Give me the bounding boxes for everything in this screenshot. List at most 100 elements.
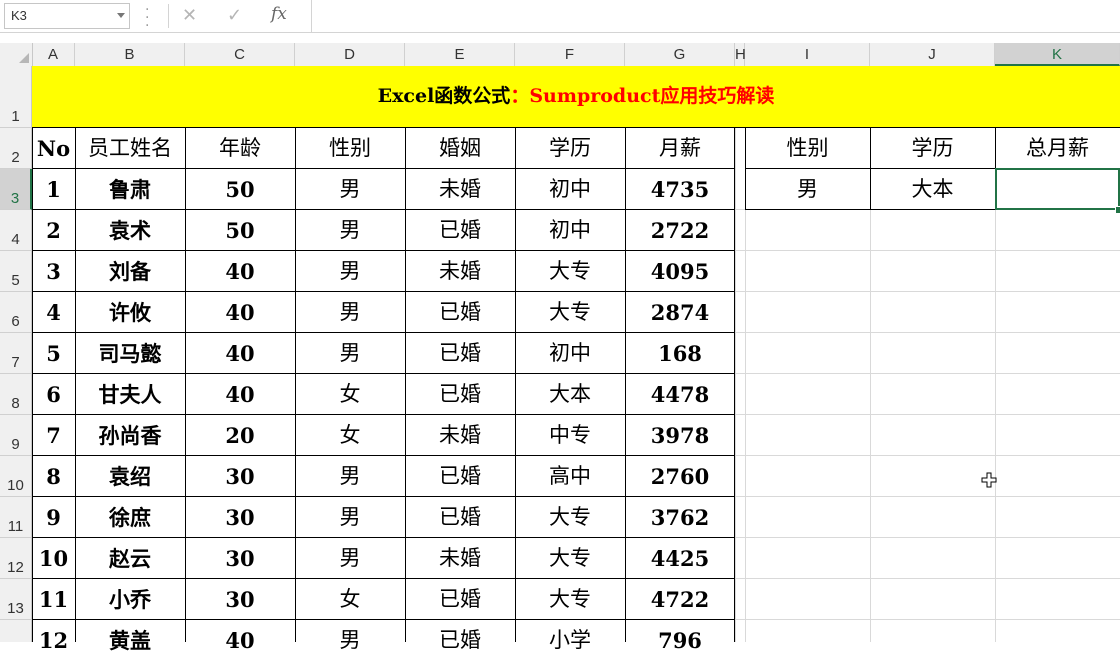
cell-salary[interactable]: 4722 (625, 579, 735, 620)
cell-no[interactable]: 1 (32, 169, 75, 210)
row-header-10[interactable]: 10 (0, 456, 32, 497)
cell-marriage[interactable]: 已婚 (405, 333, 515, 374)
cell-education[interactable]: 中专 (515, 415, 625, 456)
row-header-6[interactable]: 6 (0, 292, 32, 333)
cell-education[interactable]: 大专 (515, 251, 625, 292)
cell-name[interactable]: 赵云 (75, 538, 185, 579)
formula-input[interactable] (311, 0, 1120, 32)
cell-age[interactable]: 50 (185, 169, 295, 210)
column-header-i[interactable]: I (745, 43, 870, 66)
row-header-7[interactable]: 7 (0, 333, 32, 374)
cancel-icon[interactable]: ✕ (182, 5, 197, 26)
column-header-e[interactable]: E (405, 43, 515, 66)
cell-salary[interactable]: 3762 (625, 497, 735, 538)
cell-gender[interactable]: 男 (295, 620, 405, 661)
cell-salary[interactable]: 796 (625, 620, 735, 661)
cell-name[interactable]: 袁术 (75, 210, 185, 251)
cell-marriage[interactable]: 已婚 (405, 374, 515, 415)
column-header-c[interactable]: C (185, 43, 295, 66)
column-header-b[interactable]: B (75, 43, 185, 66)
active-cell-selection[interactable] (995, 168, 1120, 210)
cell-no[interactable]: 11 (32, 579, 75, 620)
cell-age[interactable]: 30 (185, 456, 295, 497)
table-header[interactable]: 学历 (515, 128, 625, 169)
cell-age[interactable]: 30 (185, 497, 295, 538)
column-header-k[interactable]: K (995, 43, 1120, 66)
cell-marriage[interactable]: 已婚 (405, 497, 515, 538)
cell-age[interactable]: 40 (185, 251, 295, 292)
table-header[interactable]: 婚姻 (405, 128, 515, 169)
row-header-14[interactable] (0, 620, 32, 642)
row-header-11[interactable]: 11 (0, 497, 32, 538)
cell-marriage[interactable]: 已婚 (405, 579, 515, 620)
cell-age[interactable]: 40 (185, 292, 295, 333)
cell-education[interactable]: 高中 (515, 456, 625, 497)
cell-no[interactable]: 9 (32, 497, 75, 538)
cell-gender[interactable]: 男 (295, 456, 405, 497)
cell-gender[interactable]: 男 (295, 210, 405, 251)
cell-no[interactable]: 5 (32, 333, 75, 374)
cell-education[interactable]: 大本 (515, 374, 625, 415)
cell-age[interactable]: 40 (185, 374, 295, 415)
cell-education[interactable]: 初中 (515, 169, 625, 210)
cell-name[interactable]: 袁绍 (75, 456, 185, 497)
row-header-5[interactable]: 5 (0, 251, 32, 292)
table-header[interactable]: 月薪 (625, 128, 735, 169)
row-header-8[interactable]: 8 (0, 374, 32, 415)
cell-salary[interactable]: 2722 (625, 210, 735, 251)
more-dots-icon[interactable]: · · · (145, 3, 149, 33)
cell-gender[interactable]: 女 (295, 579, 405, 620)
cell-education[interactable]: 大专 (515, 292, 625, 333)
criteria-header[interactable]: 性别 (745, 128, 870, 169)
cell-name[interactable]: 小乔 (75, 579, 185, 620)
table-header[interactable]: 年龄 (185, 128, 295, 169)
cell-education[interactable]: 大专 (515, 497, 625, 538)
column-header-g[interactable]: G (625, 43, 735, 66)
cell-name[interactable]: 刘备 (75, 251, 185, 292)
row-header-2[interactable]: 2 (0, 128, 32, 169)
cell-salary[interactable]: 2760 (625, 456, 735, 497)
table-header[interactable]: 员工姓名 (75, 128, 185, 169)
cell-no[interactable]: 12 (32, 620, 75, 661)
cell-marriage[interactable]: 已婚 (405, 456, 515, 497)
criteria-header[interactable]: 总月薪 (995, 128, 1120, 169)
column-header-d[interactable]: D (295, 43, 405, 66)
cell-marriage[interactable]: 未婚 (405, 538, 515, 579)
cell-age[interactable]: 40 (185, 333, 295, 374)
cell-marriage[interactable]: 未婚 (405, 169, 515, 210)
cell-gender[interactable]: 男 (295, 538, 405, 579)
cell-name[interactable]: 甘夫人 (75, 374, 185, 415)
cell-name[interactable]: 黄盖 (75, 620, 185, 661)
cell-no[interactable]: 10 (32, 538, 75, 579)
cell-age[interactable]: 50 (185, 210, 295, 251)
name-box[interactable]: K3 (4, 3, 130, 29)
cell-marriage[interactable]: 已婚 (405, 210, 515, 251)
table-header[interactable]: No (32, 128, 75, 169)
enter-icon[interactable]: ✓ (227, 5, 242, 26)
cell-salary[interactable]: 4425 (625, 538, 735, 579)
cell-marriage[interactable]: 未婚 (405, 415, 515, 456)
cell-no[interactable]: 7 (32, 415, 75, 456)
cell-name[interactable]: 许攸 (75, 292, 185, 333)
cell-no[interactable]: 4 (32, 292, 75, 333)
cell-marriage[interactable]: 已婚 (405, 620, 515, 661)
title-banner[interactable]: Excel函数公式：Sumproduct应用技巧解读 (32, 66, 1120, 128)
cell-no[interactable]: 3 (32, 251, 75, 292)
column-header-f[interactable]: F (515, 43, 625, 66)
cell-age[interactable]: 30 (185, 538, 295, 579)
cell-age[interactable]: 40 (185, 620, 295, 661)
cell-age[interactable]: 30 (185, 579, 295, 620)
column-header-a[interactable]: A (32, 43, 75, 66)
cell-name[interactable]: 司马懿 (75, 333, 185, 374)
select-all-button[interactable] (0, 43, 33, 66)
cell-education[interactable]: 初中 (515, 333, 625, 374)
cell-no[interactable]: 8 (32, 456, 75, 497)
cell-name[interactable]: 鲁肃 (75, 169, 185, 210)
cell-gender[interactable]: 男 (295, 251, 405, 292)
criteria-value[interactable]: 男 (745, 169, 870, 210)
cell-gender[interactable]: 男 (295, 333, 405, 374)
row-header-13[interactable]: 13 (0, 579, 32, 620)
cell-gender[interactable]: 男 (295, 292, 405, 333)
cell-education[interactable]: 初中 (515, 210, 625, 251)
cell-salary[interactable]: 2874 (625, 292, 735, 333)
